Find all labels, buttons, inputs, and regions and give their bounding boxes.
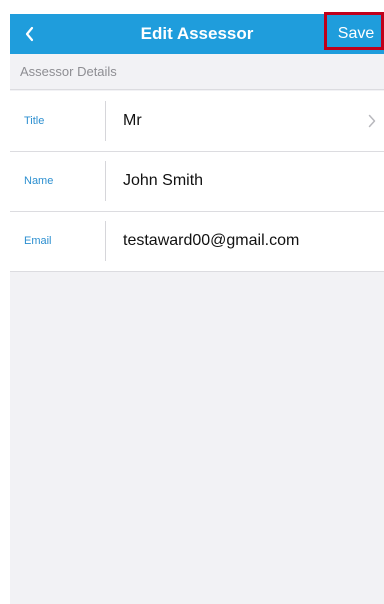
chevron-right-icon — [368, 91, 376, 151]
app-screen: Edit Assessor Save Assessor Details Titl… — [10, 14, 384, 604]
email-field[interactable]: testaward00@gmail.com — [123, 211, 354, 271]
title-label: Title — [24, 115, 45, 127]
name-row[interactable]: Name John Smith — [10, 151, 384, 211]
field-divider — [105, 101, 106, 141]
title-row[interactable]: Title Mr — [10, 91, 384, 151]
section-header: Assessor Details — [10, 54, 384, 90]
save-button[interactable]: Save — [328, 14, 384, 54]
assessor-form: Title Mr Name John Smith Email testaward… — [10, 91, 384, 272]
chevron-left-icon — [25, 26, 34, 42]
email-row[interactable]: Email testaward00@gmail.com — [10, 211, 384, 271]
back-button[interactable] — [10, 14, 50, 54]
name-label: Name — [24, 175, 54, 187]
title-value[interactable]: Mr — [123, 91, 354, 151]
field-divider — [105, 221, 106, 261]
page-title: Edit Assessor — [140, 24, 254, 43]
navigation-bar: Edit Assessor Save — [10, 14, 384, 54]
field-divider — [105, 161, 106, 201]
name-field[interactable]: John Smith — [123, 151, 354, 211]
email-label: Email — [24, 235, 52, 247]
